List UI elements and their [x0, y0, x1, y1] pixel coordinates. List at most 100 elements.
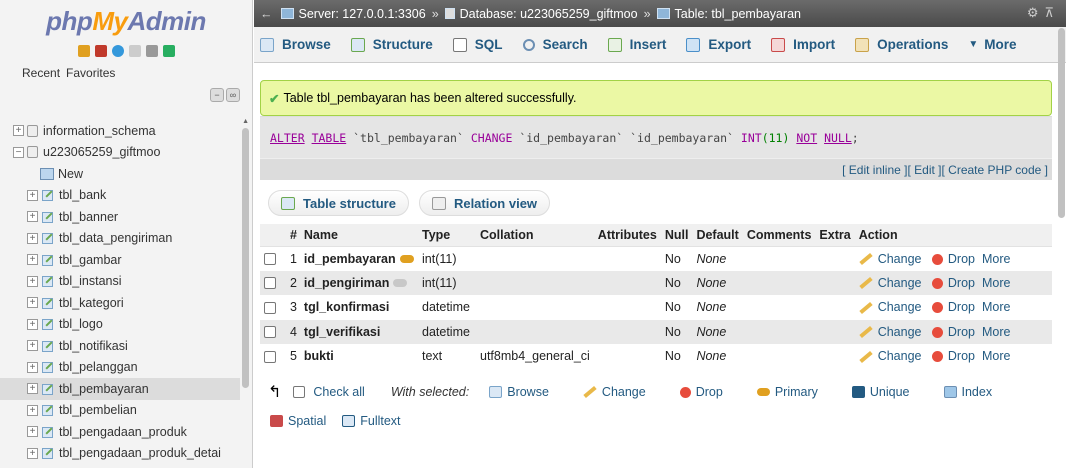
collapse-icon[interactable]: − — [13, 146, 24, 158]
tree-label[interactable]: tbl_pembelian — [59, 403, 137, 417]
tree-label[interactable]: tbl_kategori — [59, 296, 124, 310]
expand-icon[interactable]: + — [27, 232, 38, 244]
tab-structure[interactable]: Structure — [350, 37, 433, 52]
tree-label[interactable]: tbl_pengadaan_produk_detai — [59, 446, 221, 460]
tree-table[interactable]: + tbl_banner — [0, 206, 240, 228]
bulk-browse-button[interactable]: Browse — [489, 385, 549, 399]
more-button[interactable]: More — [982, 276, 1010, 290]
expand-icon[interactable]: + — [27, 211, 38, 223]
tree-table[interactable]: + tbl_gambar — [0, 249, 240, 271]
settings-gear-icon[interactable]: ⚙⊼ — [1027, 5, 1060, 21]
drop-button[interactable]: Drop — [932, 276, 975, 290]
bulk-drop-button[interactable]: Drop — [680, 385, 723, 399]
tab-more[interactable]: ▼ More — [968, 37, 1016, 52]
relation-view-button[interactable]: Relation view — [418, 190, 551, 216]
tree-table[interactable]: + tbl_pengadaan_produk — [0, 421, 240, 443]
table-icon[interactable] — [41, 297, 54, 309]
col-collation-header[interactable]: Collation — [476, 224, 594, 247]
edit-inline-link[interactable]: [ Edit inline ] — [842, 163, 907, 177]
sql-keyword[interactable]: TABLE — [312, 131, 347, 145]
col-type-header[interactable]: Type — [418, 224, 476, 247]
favorites-tab[interactable]: Favorites — [66, 66, 115, 86]
expand-icon[interactable]: + — [27, 297, 38, 309]
home-icon[interactable] — [77, 45, 90, 57]
bulk-index-button[interactable]: Index — [943, 385, 992, 399]
expand-icon[interactable]: + — [27, 275, 38, 287]
tree-table[interactable]: + tbl_instansi — [0, 271, 240, 293]
tree-db-information-schema[interactable]: + information_schema — [0, 120, 240, 142]
phpmyadmin-logo[interactable]: phpMyAdmin — [0, 0, 252, 40]
scroll-up-icon[interactable]: ▲ — [242, 118, 249, 125]
tree-label[interactable]: tbl_data_pengiriman — [59, 231, 172, 245]
col-name-header[interactable]: # Name — [286, 224, 418, 247]
bulk-unique-button[interactable]: Unique — [851, 385, 910, 399]
expand-icon[interactable]: + — [13, 125, 24, 137]
table-icon[interactable] — [41, 447, 54, 460]
docs-icon[interactable] — [128, 45, 141, 57]
tab-export[interactable]: Export — [686, 37, 751, 52]
sql-keyword[interactable]: NULL — [824, 131, 852, 145]
tree-label[interactable]: tbl_pembayaran — [59, 382, 149, 396]
drop-button[interactable]: Drop — [932, 252, 975, 266]
tree-label[interactable]: u223065259_giftmoo — [43, 145, 160, 159]
tab-insert[interactable]: Insert — [607, 37, 666, 52]
sql-keyword[interactable]: ALTER — [270, 131, 305, 145]
more-button[interactable]: More — [982, 325, 1010, 339]
bulk-primary-button[interactable]: Primary — [756, 385, 818, 399]
change-button[interactable]: Change — [859, 276, 922, 290]
table-icon[interactable] — [41, 232, 54, 245]
table-icon[interactable] — [41, 211, 54, 223]
tree-table[interactable]: + tbl_notifikasi — [0, 335, 240, 357]
table-icon[interactable] — [41, 426, 54, 438]
tree-table[interactable]: + tbl_kategori — [0, 292, 240, 314]
tree-label[interactable]: tbl_pengadaan_produk — [59, 425, 187, 439]
change-button[interactable]: Change — [859, 349, 922, 363]
expand-icon[interactable]: + — [27, 340, 38, 352]
table-icon[interactable] — [41, 189, 54, 202]
collapse-nav-arrow-icon[interactable]: ← — [260, 7, 273, 21]
more-button[interactable]: More — [982, 349, 1010, 363]
create-php-code-link[interactable]: [ Create PHP code ] — [942, 163, 1049, 177]
row-checkbox[interactable] — [264, 326, 276, 339]
tree-new[interactable]: New — [0, 163, 240, 185]
drop-button[interactable]: Drop — [932, 349, 975, 363]
expand-icon[interactable]: + — [27, 404, 38, 416]
expand-icon[interactable]: + — [27, 254, 38, 266]
expand-icon[interactable]: + — [27, 361, 38, 373]
tree-label[interactable]: tbl_pelanggan — [59, 360, 138, 374]
collapse-all-icon[interactable]: − — [210, 88, 224, 102]
tree-table[interactable]: + tbl_pembelian — [0, 400, 240, 422]
change-button[interactable]: Change — [859, 300, 922, 314]
logout-icon[interactable] — [94, 45, 107, 57]
tree-table[interactable]: + tbl_pelanggan — [0, 357, 240, 379]
row-checkbox[interactable] — [264, 301, 276, 314]
check-all-label[interactable]: Check all — [313, 385, 364, 399]
tree-table-selected[interactable]: + tbl_pembayaran — [0, 378, 240, 400]
tab-browse[interactable]: Browse — [260, 37, 331, 52]
table-icon[interactable] — [41, 340, 54, 352]
row-checkbox[interactable] — [264, 277, 276, 290]
link-with-main-icon[interactable]: ∞ — [226, 88, 240, 102]
settings-icon[interactable] — [145, 45, 158, 57]
table-icon[interactable] — [41, 383, 54, 395]
tree-label[interactable]: tbl_instansi — [59, 274, 122, 288]
tree-label[interactable]: New — [58, 167, 83, 181]
bulk-spatial-button[interactable]: Spatial — [270, 414, 326, 428]
tree-label[interactable]: tbl_banner — [59, 210, 118, 224]
expand-icon[interactable]: + — [27, 383, 38, 395]
more-button[interactable]: More — [982, 300, 1010, 314]
tree-table[interactable]: + tbl_pengadaan_produk_detai — [0, 443, 240, 465]
change-button[interactable]: Change — [859, 252, 922, 266]
tree-table[interactable]: + tbl_bank — [0, 185, 240, 207]
reload-icon[interactable] — [162, 45, 175, 57]
breadcrumb-table[interactable]: Table: tbl_pembayaran — [675, 7, 801, 21]
tab-operations[interactable]: Operations — [855, 37, 948, 52]
tree-label[interactable]: information_schema — [43, 124, 156, 138]
more-button[interactable]: More — [982, 252, 1010, 266]
expand-icon[interactable]: + — [27, 318, 38, 330]
table-structure-button[interactable]: Table structure — [268, 190, 409, 216]
expand-icon[interactable]: + — [27, 447, 38, 459]
expand-icon[interactable]: + — [27, 426, 38, 438]
col-null-header[interactable]: Null — [660, 224, 693, 247]
bulk-change-button[interactable]: Change — [583, 385, 646, 399]
